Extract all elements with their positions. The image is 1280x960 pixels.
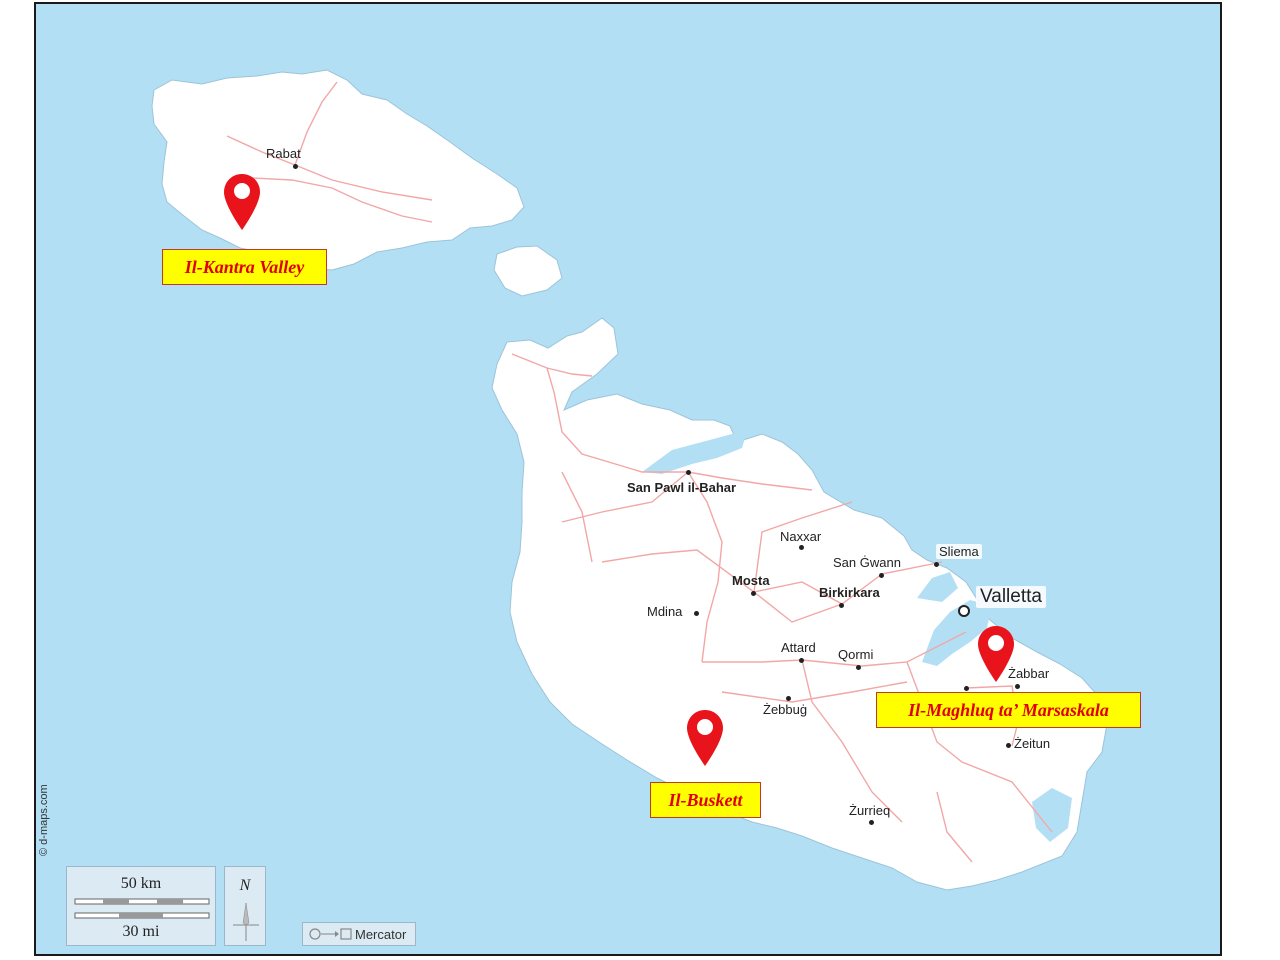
town-dot-san-pawl [686, 470, 691, 475]
callout-maghluq[interactable]: Il-Maghluq ta’ Marsaskala [876, 692, 1141, 728]
town-label-qormi: Qormi [838, 647, 874, 662]
town-label-mdina: Mdina [647, 604, 683, 619]
town-dot-sliema [934, 562, 939, 567]
credit-text: © d-maps.com [38, 784, 50, 856]
gozo-island [151, 69, 525, 271]
scale-mi-label: 30 mi [122, 923, 160, 940]
town-label-zurrieq: Żurrieq [849, 803, 891, 818]
town-dot-mosta [751, 591, 756, 596]
scale-bar: 50 km 30 mi [66, 866, 216, 946]
map-frame: Rabat San Pawl il-Bahar Naxxar San Ġwann… [34, 2, 1222, 956]
town-label-rabat: Rabat [266, 146, 301, 161]
town-dot-zurrieq [869, 820, 874, 825]
town-dot-attard [799, 658, 804, 663]
town-dot-qormi [856, 665, 861, 670]
town-dot-unlabeled [964, 686, 969, 691]
town-dot-rabat [293, 164, 298, 169]
map-pin-icon-buskett[interactable] [687, 710, 723, 766]
town-label-zabbar: Żabbar [1008, 666, 1050, 681]
town-label-zeitun: Żeitun [1014, 736, 1051, 751]
town-dot-zebbug [786, 696, 791, 701]
callout-kantra[interactable]: Il-Kantra Valley [162, 249, 327, 285]
town-dot-san-gwann [879, 573, 884, 578]
town-label-attard: Attard [781, 640, 816, 655]
town-label-san-pawl: San Pawl il-Bahar [627, 480, 737, 495]
capital-marker [958, 605, 970, 617]
town-label-sliema: Sliema [936, 544, 982, 559]
town-dot-zabbar [1015, 684, 1020, 689]
town-label-naxxar: Naxxar [780, 529, 822, 544]
projection-indicator: Mercator [302, 922, 416, 946]
compass-rose-icon [233, 902, 259, 941]
town-dot-naxxar [799, 545, 804, 550]
callout-buskett[interactable]: Il-Buskett [650, 782, 761, 818]
town-label-birkirkara: Birkirkara [819, 585, 880, 600]
town-label-zebbug: Żebbuġ [763, 702, 808, 717]
town-dot-birkirkara [839, 603, 844, 608]
capital-label: Valletta [976, 586, 1046, 608]
town-label-san-gwann: San Ġwann [833, 555, 901, 570]
north-arrow: N [224, 866, 266, 946]
town-dot-mdina [694, 611, 699, 616]
projection-icon [309, 928, 352, 940]
town-label-mosta: Mosta [732, 573, 770, 588]
comino-island [493, 245, 563, 297]
town-dot-zeitun [1006, 743, 1011, 748]
projection-label: Mercator [355, 927, 407, 942]
map-pin-icon-maghluq[interactable] [978, 626, 1014, 682]
map-pin-icon-kantra[interactable] [224, 174, 260, 230]
